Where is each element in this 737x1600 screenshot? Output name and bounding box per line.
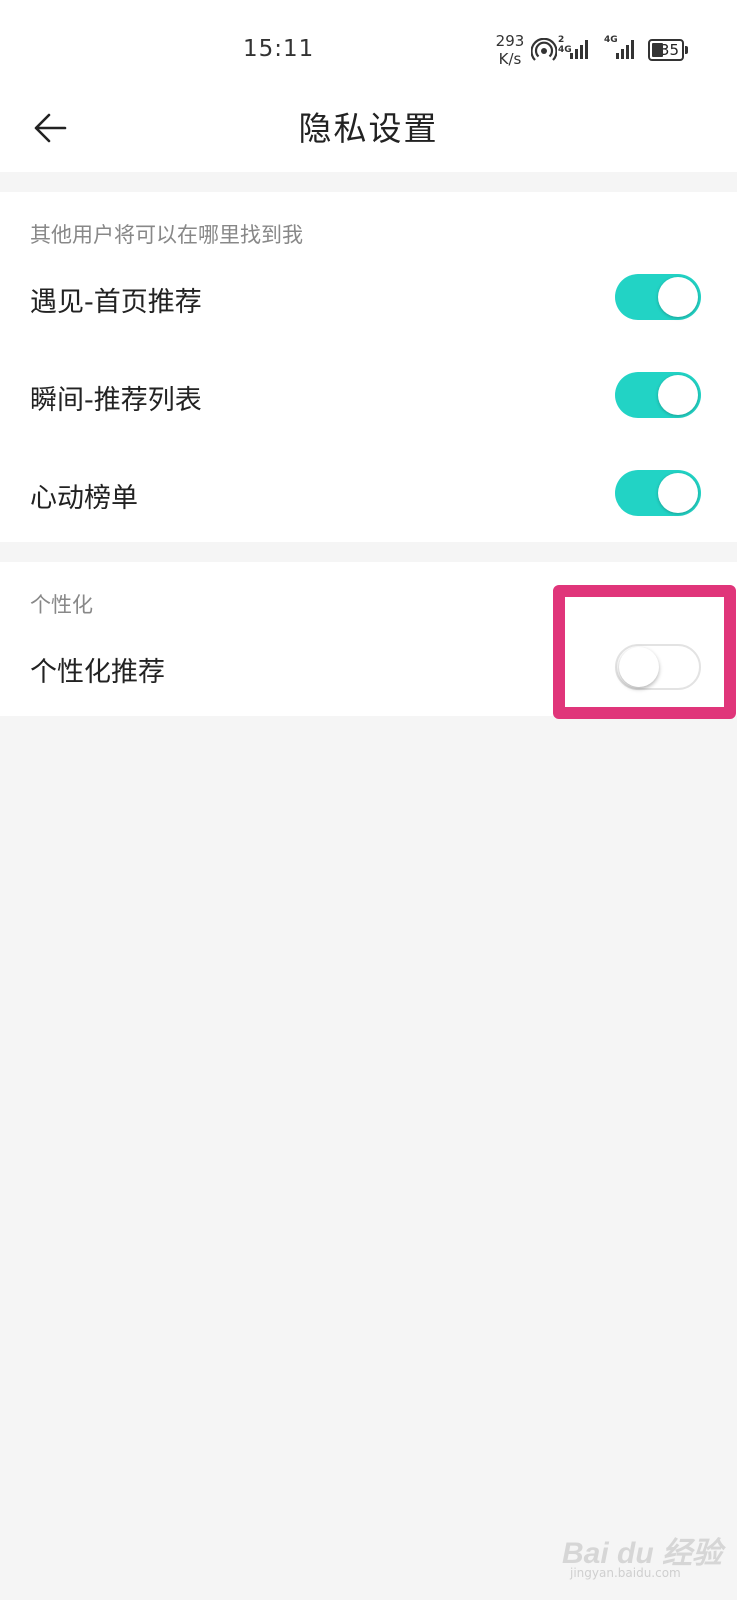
network-speed: 293 K/s — [492, 32, 528, 68]
status-bar: 15:11 293 K/s 2 4G 4G 35 — [0, 0, 737, 96]
hotspot-icon — [530, 37, 558, 68]
moments-list-toggle[interactable] — [615, 372, 701, 418]
encounter-home-toggle[interactable] — [615, 274, 701, 320]
network-speed-value: 293 — [495, 32, 525, 50]
personalized-recommend-toggle[interactable] — [615, 644, 701, 690]
battery-level-fill — [652, 43, 663, 57]
page-title: 隐私设置 — [298, 109, 439, 148]
toggle-knob — [619, 647, 659, 687]
baidu-jingyan-watermark: Bai du 经验 jingyan.baidu.com — [562, 1508, 732, 1588]
battery-icon: 35 — [648, 39, 688, 61]
setting-label: 遇见-首页推荐 — [30, 287, 202, 318]
toggle-knob — [658, 277, 698, 317]
find-me-section: 其他用户将可以在哪里找到我 遇见-首页推荐 瞬间-推荐列表 心动榜单 — [0, 192, 737, 542]
toggle-knob — [658, 375, 698, 415]
network-speed-unit: K/s — [498, 50, 522, 68]
personalization-section: 个性化 个性化推荐 — [0, 562, 737, 716]
watermark-site: jingyan.baidu.com — [570, 1566, 681, 1580]
heartbeat-chart-toggle[interactable] — [615, 470, 701, 516]
app-header: 隐私设置 — [0, 96, 737, 172]
setting-label: 个性化推荐 — [30, 657, 165, 688]
toggle-knob — [658, 473, 698, 513]
setting-label: 瞬间-推荐列表 — [30, 385, 202, 416]
section-title: 其他用户将可以在哪里找到我 — [30, 223, 303, 247]
status-time: 15:11 — [243, 36, 315, 62]
section-title: 个性化 — [30, 593, 93, 617]
setting-label: 心动榜单 — [30, 483, 138, 514]
